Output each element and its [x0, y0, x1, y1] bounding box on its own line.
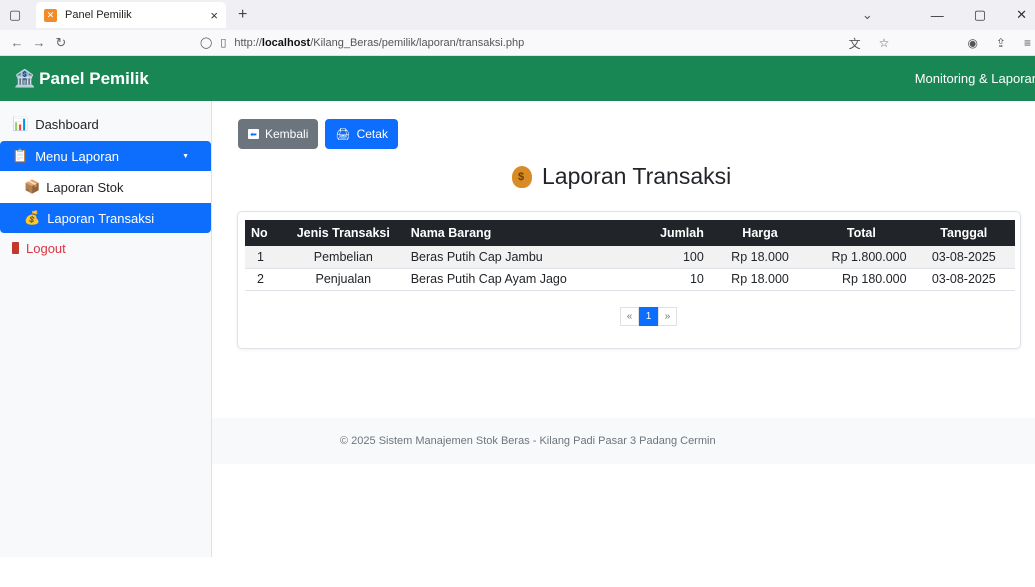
brand[interactable]: 🏦 Panel Pemilik	[14, 69, 149, 89]
cell-tanggal: 03-08-2025	[912, 246, 1015, 269]
pagination-next[interactable]: »	[658, 307, 677, 326]
tab-title: Panel Pemilik	[65, 9, 132, 21]
footer-text: © 2025 Sistem Manajemen Stok Beras - Kil…	[340, 435, 716, 447]
money-bag-icon	[512, 165, 532, 188]
cell-total: Rp 180.000	[810, 268, 913, 291]
caret-down-icon: ▼	[182, 152, 189, 160]
transactions-table: No Jenis Transaksi Nama Barang Jumlah Ha…	[245, 220, 1015, 291]
sidebar-item-label: Menu Laporan	[35, 148, 120, 164]
col-header-harga: Harga	[709, 220, 811, 246]
window-controls: ⌄ — ▢ ✕	[862, 0, 1035, 30]
print-button-label: Cetak	[356, 127, 388, 141]
door-icon	[12, 242, 19, 254]
chevron-down-icon[interactable]: ⌄	[862, 7, 873, 23]
close-window-icon[interactable]: ✕	[1016, 7, 1027, 23]
minimize-icon[interactable]: —	[931, 8, 944, 23]
table-row: 1 Pembelian Beras Putih Cap Jambu 100 Rp…	[245, 246, 1015, 269]
url-text: http://localhost/Kilang_Beras/pemilik/la…	[234, 36, 525, 49]
main-content: ⬅ Kembali 🖨 Cetak Laporan Transaksi No J…	[212, 101, 1035, 557]
nav-right-icons: 文 ☆ ◉ ⇪ ≡	[849, 30, 1031, 56]
translate-icon[interactable]: 文	[849, 35, 861, 52]
cell-jumlah: 100	[638, 246, 710, 269]
sidebar: 📊 Dashboard 📋 Menu Laporan ▼ 📦 Laporan S…	[0, 101, 212, 557]
new-tab-icon[interactable]: +	[238, 6, 247, 24]
cell-tanggal: 03-08-2025	[912, 268, 1015, 291]
money-bag-icon: 💰	[24, 210, 41, 225]
printer-icon: 🖨	[335, 127, 351, 141]
page-icon: ▯	[220, 37, 227, 49]
clipboard-icon: 📋	[12, 148, 29, 163]
forward-arrow-icon[interactable]: →	[28, 35, 50, 50]
app-header: 🏦 Panel Pemilik Monitoring & Laporan	[0, 56, 1035, 101]
footer: © 2025 Sistem Manajemen Stok Beras - Kil…	[212, 418, 1035, 464]
shield-icon: ◯	[200, 37, 213, 49]
col-header-no: No	[245, 220, 282, 246]
cell-jumlah: 10	[638, 268, 710, 291]
xampp-favicon-icon: ✕	[44, 8, 57, 22]
back-button[interactable]: ⬅ Kembali	[238, 119, 319, 149]
arrow-left-icon: ⬅	[248, 129, 259, 139]
col-header-total: Total	[810, 220, 913, 246]
table-row: 2 Penjualan Beras Putih Cap Ayam Jago 10…	[245, 268, 1015, 291]
toolbar: ⬅ Kembali 🖨 Cetak	[238, 119, 398, 149]
col-header-jumlah: Jumlah	[638, 220, 710, 246]
back-arrow-icon[interactable]: ←	[6, 35, 28, 50]
browser-navbar: ← → ↻ ◯ ▯ http://localhost/Kilang_Beras/…	[0, 30, 1035, 56]
cell-harga: Rp 18.000	[709, 268, 811, 291]
page-title: Laporan Transaksi	[512, 163, 731, 190]
menu-icon[interactable]: ≡	[1024, 36, 1031, 50]
print-button[interactable]: 🖨 Cetak	[325, 119, 398, 149]
reload-icon[interactable]: ↻	[50, 35, 72, 51]
cell-no: 1	[245, 246, 282, 269]
sidebar-item-dashboard[interactable]: 📊 Dashboard	[0, 111, 211, 137]
pagination: « 1 »	[620, 307, 677, 326]
col-header-tanggal: Tanggal	[912, 220, 1015, 246]
cell-nama: Beras Putih Cap Jambu	[404, 246, 639, 269]
header-subtitle: Monitoring & Laporan	[914, 71, 1035, 86]
account-icon[interactable]: ◉	[967, 36, 977, 50]
brand-title: Panel Pemilik	[39, 68, 149, 88]
cell-jenis: Penjualan	[281, 268, 405, 291]
col-header-jenis: Jenis Transaksi	[281, 220, 405, 246]
col-header-nama: Nama Barang	[404, 220, 639, 246]
browser-tab[interactable]: ✕ Panel Pemilik ×	[36, 2, 226, 28]
table-header-row: No Jenis Transaksi Nama Barang Jumlah Ha…	[245, 220, 1015, 246]
address-bar[interactable]: ◯ ▯ http://localhost/Kilang_Beras/pemili…	[200, 36, 525, 50]
cell-nama: Beras Putih Cap Ayam Jago	[404, 268, 639, 291]
extensions-icon[interactable]: ⇪	[996, 36, 1006, 50]
close-tab-icon[interactable]: ×	[210, 8, 218, 23]
sidebar-item-laporan-transaksi[interactable]: 💰 Laporan Transaksi	[0, 203, 211, 233]
sidebar-item-menu-laporan[interactable]: 📋 Menu Laporan ▼	[0, 141, 211, 171]
pagination-prev[interactable]: «	[620, 307, 639, 326]
cell-harga: Rp 18.000	[709, 246, 811, 269]
tab-list-icon[interactable]: ▢	[0, 7, 30, 23]
cell-total: Rp 1.800.000	[810, 246, 913, 269]
sidebar-item-logout[interactable]: Logout	[0, 235, 211, 261]
browser-tabbar: ▢ ✕ Panel Pemilik × + ⌄ — ▢ ✕	[0, 0, 1035, 30]
sidebar-item-label: Laporan Transaksi	[47, 210, 155, 226]
cell-jenis: Pembelian	[281, 246, 405, 269]
sidebar-item-label: Dashboard	[35, 116, 99, 132]
box-icon: 📦	[24, 179, 41, 194]
sidebar-item-label: Laporan Stok	[46, 179, 124, 195]
cell-no: 2	[245, 268, 282, 291]
sidebar-item-laporan-stok[interactable]: 📦 Laporan Stok	[0, 171, 211, 203]
back-button-label: Kembali	[265, 127, 309, 141]
page-title-text: Laporan Transaksi	[542, 163, 732, 189]
bar-chart-icon: 📊	[12, 116, 29, 131]
bank-icon: 🏦	[14, 68, 36, 88]
pagination-page-1[interactable]: 1	[639, 307, 658, 326]
bookmark-star-icon[interactable]: ☆	[879, 36, 890, 50]
report-card: No Jenis Transaksi Nama Barang Jumlah Ha…	[237, 211, 1021, 349]
sidebar-item-label: Logout	[26, 240, 66, 256]
restore-icon[interactable]: ▢	[974, 7, 986, 23]
